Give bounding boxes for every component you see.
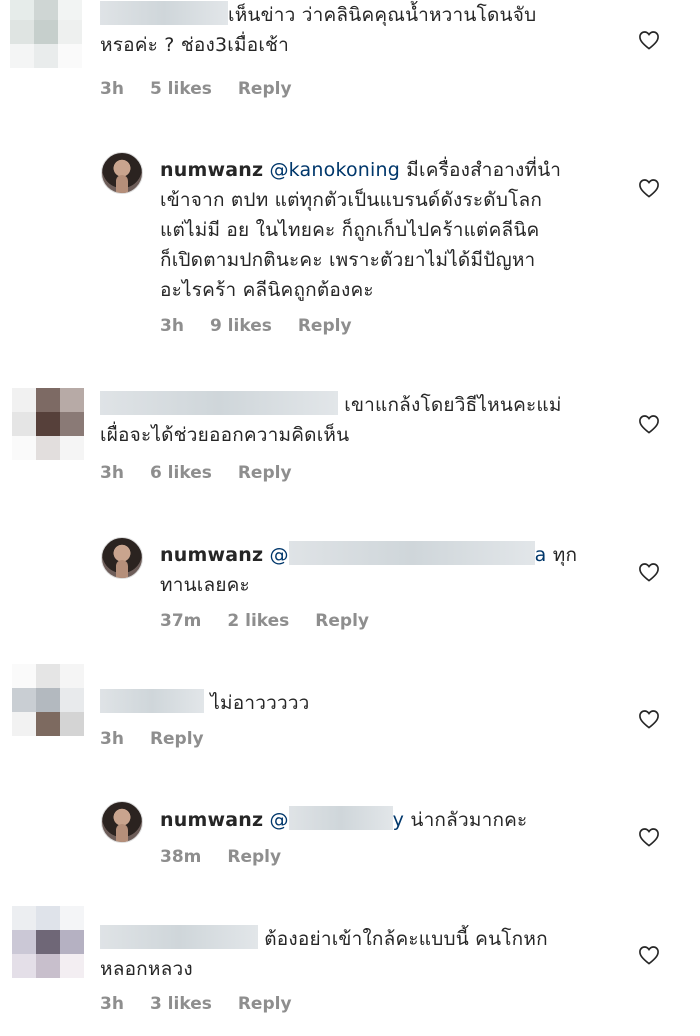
- blurred-mention: [288, 541, 535, 565]
- likes-count[interactable]: 5 likes: [150, 79, 212, 99]
- heart-icon[interactable]: [638, 178, 660, 198]
- heart-icon[interactable]: [638, 562, 660, 582]
- likes-count[interactable]: 6 likes: [150, 463, 212, 483]
- comment-meta: 3h 5 likes Reply: [100, 79, 292, 99]
- comment-meta: 3h 3 likes Reply: [100, 994, 292, 1014]
- mention[interactable]: @ a: [269, 541, 546, 566]
- avatar-pixelated[interactable]: [12, 664, 84, 736]
- blurred-username: [100, 1, 228, 25]
- reply-button[interactable]: Reply: [227, 847, 281, 867]
- comment-time: 3h: [100, 729, 124, 749]
- heart-icon[interactable]: [638, 30, 660, 50]
- reply-button[interactable]: Reply: [238, 994, 292, 1014]
- reply-button[interactable]: Reply: [298, 316, 352, 336]
- comment-text: numwanz @ y น่ากลัวมากคะ: [160, 805, 620, 835]
- heart-icon[interactable]: [638, 709, 660, 729]
- comment-time: 3h: [100, 79, 124, 99]
- likes-count[interactable]: 2 likes: [227, 611, 289, 631]
- comment-time: 37m: [160, 611, 202, 631]
- comment-time: 38m: [160, 847, 202, 867]
- reply-button[interactable]: Reply: [238, 79, 292, 99]
- comment-meta: 38m Reply: [160, 847, 281, 867]
- avatar-pixelated[interactable]: [10, 0, 82, 68]
- comment-text: เขาแกล้งโดยวิธีไหนคะแม่ เผื่อจะได้ช่วยออ…: [100, 390, 630, 450]
- avatar[interactable]: [101, 801, 143, 843]
- avatar-pixelated[interactable]: [12, 906, 84, 978]
- comment-meta: 3h 9 likes Reply: [160, 316, 352, 336]
- comment-text: ไม่อาววววว: [100, 688, 620, 718]
- comment-text: ต้องอย่าเข้าใกล้คะแบบนี้ คนโกหก หลอกหลวง: [100, 924, 630, 984]
- likes-count[interactable]: 9 likes: [210, 316, 272, 336]
- heart-icon[interactable]: [638, 827, 660, 847]
- reply-button[interactable]: Reply: [150, 729, 204, 749]
- comment-time: 3h: [100, 463, 124, 483]
- mention[interactable]: @kanokoning: [269, 159, 400, 181]
- comment-text: numwanz @ a ทุก ทานเลยคะ: [160, 540, 620, 600]
- blurred-username: [100, 391, 338, 415]
- comment-time: 3h: [160, 316, 184, 336]
- avatar[interactable]: [101, 152, 143, 194]
- comment-meta: 3h Reply: [100, 729, 204, 749]
- heart-icon[interactable]: [638, 945, 660, 965]
- mention[interactable]: @ y: [269, 806, 404, 831]
- avatar-pixelated[interactable]: [12, 388, 84, 460]
- blurred-mention: [288, 806, 393, 830]
- username[interactable]: numwanz: [160, 809, 263, 831]
- heart-icon[interactable]: [638, 414, 660, 434]
- reply-button[interactable]: Reply: [238, 463, 292, 483]
- comment-text: numwanz @kanokoning มีเครื่องสำอางที่นำ …: [160, 159, 562, 301]
- blurred-username: [100, 689, 204, 713]
- username[interactable]: numwanz: [160, 544, 263, 566]
- comment-meta: 37m 2 likes Reply: [160, 611, 369, 631]
- username[interactable]: numwanz: [160, 159, 263, 181]
- avatar[interactable]: [101, 537, 143, 579]
- reply-button[interactable]: Reply: [315, 611, 369, 631]
- comment-meta: 3h 6 likes Reply: [100, 463, 292, 483]
- blurred-username: [100, 925, 258, 949]
- comment-time: 3h: [100, 994, 124, 1014]
- likes-count[interactable]: 3 likes: [150, 994, 212, 1014]
- comment-text: เห็นข่าว ว่าคลินิคคุณน้ำหวานโดนจับ หรอค่…: [100, 0, 620, 60]
